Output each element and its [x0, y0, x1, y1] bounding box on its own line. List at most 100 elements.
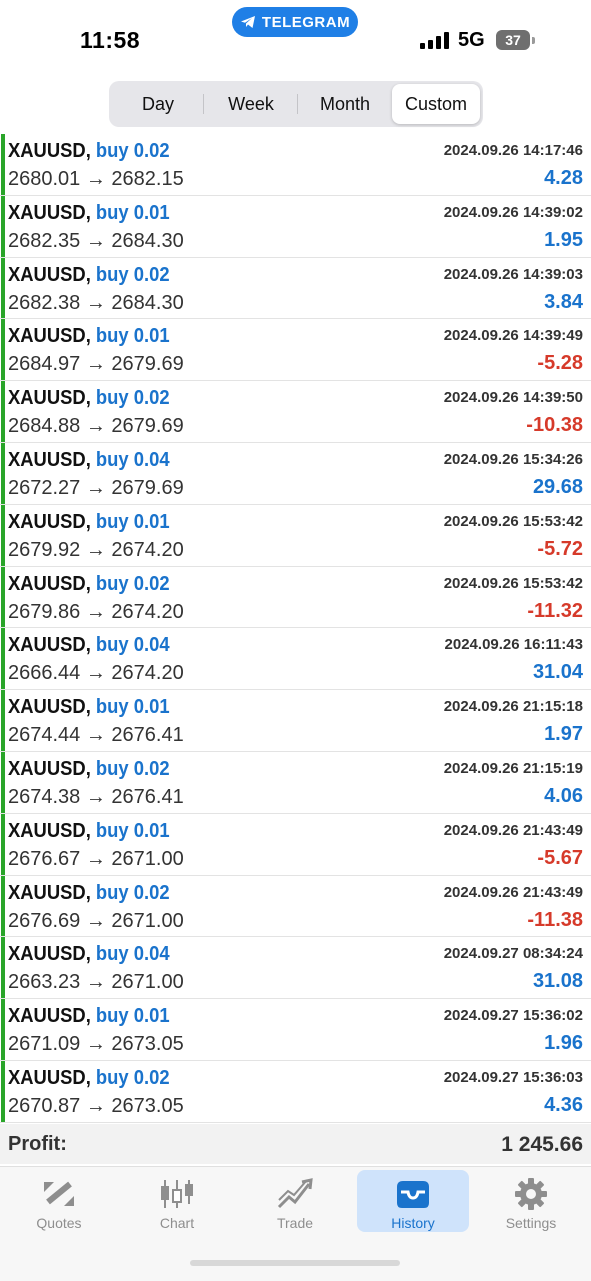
deal-profit: 1.96	[544, 1032, 583, 1055]
battery-nub	[532, 37, 535, 44]
deal-time: 2024.09.27 08:34:24	[443, 945, 583, 963]
deal-time: 2024.09.26 14:17:46	[443, 142, 583, 159]
deal-row[interactable]: XAUUSD, buy 0.01 2684.97 → 2679.69 2024.09…	[0, 319, 591, 382]
deal-time: 2024.09.26 15:53:42	[443, 574, 583, 592]
deal-row[interactable]: XAUUSD, buy 0.02 2670.87 → 2673.05 2024.09…	[0, 1060, 591, 1123]
deal-prices: 2674.38 → 2676.41	[8, 785, 184, 808]
deal-symbol-name: XAUUSD,	[8, 819, 91, 842]
telegram-icon	[240, 16, 255, 28]
telegram-pill-label: TELEGRAM	[261, 13, 351, 31]
tab-chart-label: Chart	[159, 1215, 195, 1231]
deal-time: 2024.09.26 21:43:49	[443, 821, 583, 839]
deal-time: 2024.09.26 14:39:50	[443, 389, 583, 407]
tab-quotes-label: Quotes	[36, 1215, 82, 1231]
deal-row[interactable]: XAUUSD, buy 0.02 2676.69 → 2671.00 2024.09…	[0, 875, 591, 938]
deal-row[interactable]: XAUUSD, buy 0.01 2674.44 → 2676.41 2024.09…	[0, 690, 591, 752]
tab-quotes[interactable]: Quotes	[3, 1170, 115, 1232]
deal-symbol: XAUUSD, buy 0.02	[8, 264, 170, 287]
profit-label: Profit:	[8, 1133, 67, 1155]
deal-symbol-name: XAUUSD,	[8, 757, 91, 780]
deal-row[interactable]: XAUUSD, buy 0.04 2663.23 → 2671.00 2024.09…	[0, 937, 591, 1000]
tab-settings[interactable]: Settings	[475, 1170, 587, 1232]
deal-row[interactable]: XAUUSD, buy 0.02 2674.38 → 2676.41 2024.09…	[0, 751, 591, 814]
home-indicator	[190, 1260, 400, 1266]
chart-icon	[161, 1180, 193, 1208]
deal-row[interactable]: XAUUSD, buy 0.02 2679.86 → 2674.20 2024.09…	[0, 566, 591, 629]
tab-week[interactable]: Week	[204, 84, 298, 124]
deal-symbol: XAUUSD, buy 0.01	[8, 1005, 170, 1028]
deal-symbol: XAUUSD, buy 0.02	[8, 387, 170, 410]
deal-prices: 2679.86 → 2674.20	[8, 600, 184, 623]
deal-time: 2024.09.27 15:36:02	[443, 1007, 583, 1025]
history-icon	[397, 1181, 429, 1208]
deal-row[interactable]: XAUUSD, buy 0.02 2682.38 → 2684.30 2024.09…	[0, 257, 591, 320]
deal-profit: 1.97	[544, 723, 583, 746]
deal-symbol: XAUUSD, buy 0.01	[8, 325, 170, 348]
cellular-signal-icon	[420, 32, 449, 49]
deal-symbol: XAUUSD, buy 0.01	[8, 202, 170, 225]
deal-symbol-name: XAUUSD,	[8, 1066, 91, 1089]
network-type: 5G	[458, 29, 485, 51]
tab-history[interactable]: History	[357, 1170, 469, 1232]
deal-time: 2024.09.26 14:39:03	[443, 265, 583, 283]
deal-symbol: XAUUSD, buy 0.02	[8, 573, 170, 596]
deal-side-volume: buy 0.01	[95, 201, 170, 224]
deal-row[interactable]: XAUUSD, buy 0.04 2666.44 → 2674.20 2024.09…	[0, 628, 591, 691]
deal-prices: 2671.09 → 2673.05	[8, 1033, 184, 1056]
deal-side-volume: buy 0.02	[95, 263, 170, 286]
deal-side-volume: buy 0.01	[95, 819, 170, 842]
tab-trade[interactable]: Trade	[239, 1170, 351, 1232]
deal-symbol: XAUUSD, buy 0.04	[8, 634, 170, 657]
deal-symbol-name: XAUUSD,	[8, 572, 91, 595]
deal-time: 2024.09.26 21:15:19	[443, 759, 583, 777]
deal-symbol-name: XAUUSD,	[8, 263, 91, 286]
deal-symbol: XAUUSD, buy 0.02	[8, 882, 170, 905]
tab-day[interactable]: Day	[112, 84, 204, 124]
deal-profit: 31.04	[532, 661, 583, 684]
deal-time: 2024.09.26 14:39:02	[443, 203, 583, 221]
deal-side-volume: buy 0.02	[95, 572, 170, 595]
tab-trade-label: Trade	[276, 1215, 314, 1231]
deal-row[interactable]: XAUUSD, buy 0.02 2680.01 → 2682.15 2024.09…	[0, 134, 591, 196]
deal-symbol-name: XAUUSD,	[8, 448, 91, 471]
deal-symbol-name: XAUUSD,	[8, 881, 91, 904]
deal-symbol-name: XAUUSD,	[8, 943, 91, 966]
deal-profit: 1.95	[544, 228, 583, 251]
gear-icon	[515, 1178, 547, 1210]
deal-time: 2024.09.26 14:39:49	[443, 327, 583, 345]
deal-prices: 2684.97 → 2679.69	[8, 353, 184, 376]
deal-symbol: XAUUSD, buy 0.02	[8, 758, 170, 781]
deal-prices: 2682.35 → 2684.30	[8, 229, 184, 252]
deal-symbol: XAUUSD, buy 0.04	[8, 943, 170, 966]
deal-prices: 2666.44 → 2674.20	[8, 662, 184, 685]
deal-symbol: XAUUSD, buy 0.01	[8, 696, 170, 719]
deal-symbol-name: XAUUSD,	[8, 510, 91, 533]
deal-side-volume: buy 0.01	[95, 1005, 170, 1028]
deal-profit: 4.28	[544, 167, 583, 189]
deal-profit: -5.67	[537, 846, 583, 869]
deal-symbol: XAUUSD, buy 0.01	[8, 511, 170, 534]
deal-prices: 2674.44 → 2676.41	[8, 724, 184, 747]
deal-symbol-name: XAUUSD,	[8, 387, 91, 410]
deal-row[interactable]: XAUUSD, buy 0.02 2684.88 → 2679.69 2024.09…	[0, 381, 591, 443]
deal-row[interactable]: XAUUSD, buy 0.01 2676.67 → 2671.00 2024.09…	[0, 813, 591, 876]
tab-chart[interactable]: Chart	[121, 1170, 233, 1232]
deal-prices: 2680.01 → 2682.15	[8, 168, 184, 190]
deal-profit: 4.36	[544, 1093, 583, 1116]
deal-profit: -11.38	[527, 908, 583, 931]
deal-time: 2024.09.26 15:53:42	[443, 512, 583, 530]
telegram-return-pill[interactable]: TELEGRAM	[232, 7, 358, 37]
deal-row[interactable]: XAUUSD, buy 0.04 2672.27 → 2679.69 2024.09…	[0, 442, 591, 505]
tab-custom[interactable]: Custom	[392, 84, 480, 124]
trade-icon	[277, 1178, 313, 1209]
deal-prices: 2676.69 → 2671.00	[8, 909, 184, 932]
tab-month[interactable]: Month	[298, 84, 392, 124]
deal-row[interactable]: XAUUSD, buy 0.01 2679.92 → 2674.20 2024.09…	[0, 504, 591, 567]
deal-row[interactable]: XAUUSD, buy 0.01 2682.35 → 2684.30 2024.09…	[0, 195, 591, 258]
deal-row[interactable]: XAUUSD, buy 0.01 2671.09 → 2673.05 2024.09…	[0, 999, 591, 1061]
deal-prices: 2684.88 → 2679.69	[8, 415, 184, 438]
deal-prices: 2672.27 → 2679.69	[8, 476, 184, 499]
deal-time: 2024.09.27 15:36:03	[443, 1068, 583, 1086]
deal-symbol-name: XAUUSD,	[8, 634, 91, 657]
deal-list: XAUUSD, buy 0.02 2680.01 → 2682.15 2024.09…	[0, 134, 591, 1123]
